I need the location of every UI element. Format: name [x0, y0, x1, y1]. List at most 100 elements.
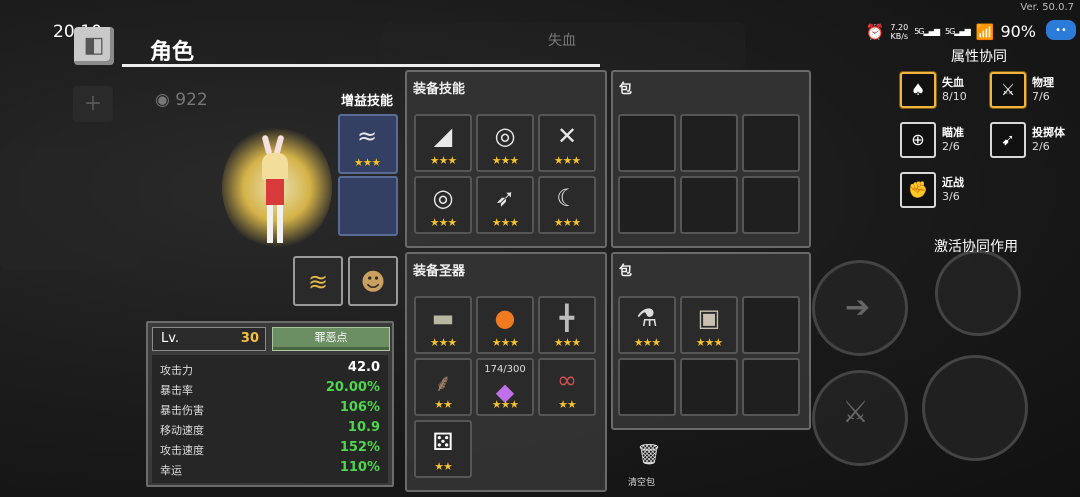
- gold-value: 922: [175, 90, 208, 110]
- bag-bottom-title: 包: [619, 264, 633, 279]
- star-rating: ★★★: [491, 216, 520, 229]
- bag-slot[interactable]: [742, 176, 800, 234]
- equipment-slot-2[interactable]: ☻: [348, 256, 398, 306]
- stat-label: 移动速度: [160, 424, 204, 437]
- bag-slot[interactable]: [742, 358, 800, 416]
- coin-icon: ◉: [155, 90, 176, 110]
- star-rating: ★★★: [553, 154, 582, 167]
- relic-slot-6[interactable]: ∞ ★★: [538, 358, 596, 416]
- arrow-right-icon: ➔: [845, 290, 871, 325]
- dumbbell-icon: ╋: [559, 304, 575, 332]
- bag-slot[interactable]: [680, 114, 738, 172]
- skill-button-bg: [922, 355, 1028, 461]
- sim1-label: 5G: [914, 27, 924, 36]
- synergy-melee[interactable]: ✊ 近战 3/6: [900, 172, 1010, 212]
- bag-slot[interactable]: [618, 176, 676, 234]
- stone-dice-icon: ▣: [697, 304, 721, 332]
- activate-synergy-label: 激活协同作用: [934, 239, 1018, 255]
- level-box: Lv. 30: [152, 327, 266, 351]
- equipped-skills-title: 装备技能: [413, 82, 466, 97]
- sin-points-button[interactable]: 罪恶点: [272, 327, 390, 351]
- stat-row-move-speed: 移动速度 10.9: [160, 419, 384, 439]
- relic-slot-4[interactable]: ⸙ ★★: [414, 358, 472, 416]
- star-rating: ★★★: [553, 336, 582, 349]
- equipment-slot-1[interactable]: ≋: [293, 256, 343, 306]
- fire-orb-icon: ●: [494, 304, 516, 332]
- skill-slot-5[interactable]: ➶ ★★★: [476, 176, 534, 234]
- skill-slot-1[interactable]: ◢ ★★★: [414, 114, 472, 172]
- synergy-count: 2/6: [942, 140, 960, 153]
- synergy-projectile[interactable]: ➹ 投掷体 2/6: [990, 122, 1080, 162]
- star-rating: ★★: [434, 460, 453, 473]
- buff-skills-label: 增益技能: [341, 94, 394, 109]
- crescent-slash-icon: ☾: [556, 184, 578, 212]
- stat-row-attack-speed: 攻击速度 152%: [160, 439, 384, 459]
- potion-flask-icon: ⚗: [636, 304, 658, 332]
- skill-slot-4[interactable]: ◎ ★★★: [414, 176, 472, 234]
- star-rating: ★★★: [491, 154, 520, 167]
- skill-slot-6[interactable]: ☾ ★★★: [538, 176, 596, 234]
- title-underline: [122, 64, 600, 67]
- wind-slash-icon: ≈: [356, 122, 378, 150]
- version-label: Ver. 50.0.7: [1020, 2, 1074, 13]
- clear-bag-button[interactable]: 🗑: [636, 442, 662, 470]
- sword-icon: ⚔: [990, 72, 1026, 108]
- golden-wing-icon: ≋: [307, 268, 329, 296]
- level-value: 30: [240, 331, 259, 346]
- add-button-bg: +: [73, 86, 113, 122]
- star-rating: ★★★: [491, 398, 520, 411]
- bag-slot[interactable]: [742, 114, 800, 172]
- assistant-robot-icon[interactable]: ••: [1046, 20, 1076, 40]
- bag-slot[interactable]: ▣ ★★★: [680, 296, 738, 354]
- glasses-icon: ∞: [557, 366, 577, 394]
- stat-row-attack: 攻击力 42.0: [160, 359, 384, 379]
- stat-label: 攻击力: [160, 364, 193, 377]
- barrel-icon: ▬: [431, 304, 455, 332]
- bag-slot[interactable]: ⚗ ★★★: [618, 296, 676, 354]
- synergy-name: 物理: [1032, 76, 1054, 89]
- status-icons: ⏰ 7.20 KB/s 5G▂▄▆ 5G▂▄▆ 📶 90%: [866, 22, 1036, 41]
- relic-counter: 174/300: [484, 364, 526, 375]
- stats-list: 攻击力 42.0 暴击率 20.00% 暴击伤害 106% 移动速度 10.9 攻击速度…: [152, 355, 388, 483]
- relic-slot-1[interactable]: ▬ ★★★: [414, 296, 472, 354]
- synergy-physical[interactable]: ⚔ 物理 7/6: [990, 72, 1080, 112]
- clear-bag-label: 清空包: [628, 478, 656, 488]
- bag-slot[interactable]: [742, 296, 800, 354]
- synergy-name: 瞄准: [942, 126, 964, 139]
- star-rating: ★★★: [491, 336, 520, 349]
- battery-level: 90%: [1000, 22, 1036, 41]
- bag-slot[interactable]: [680, 358, 738, 416]
- relic-slot-7[interactable]: ⚄ ★★: [414, 420, 472, 478]
- relic-slot-2[interactable]: ● ★★★: [476, 296, 534, 354]
- relic-slot-5[interactable]: 174/300 ◆ ★★★: [476, 358, 534, 416]
- stat-value: 20.00%: [325, 380, 380, 395]
- star-rating: ★★: [558, 398, 577, 411]
- trash-icon: 🗑: [636, 442, 662, 466]
- sim2-signal-icon: 5G▂▄▆: [944, 27, 971, 36]
- sim2-label: 5G: [944, 27, 955, 36]
- star-rating: ★★★: [633, 336, 662, 349]
- stat-row-crit-rate: 暴击率 20.00%: [160, 379, 384, 399]
- back-button[interactable]: ◧: [74, 27, 114, 65]
- star-rating: ★★★: [695, 336, 724, 349]
- stat-value: 106%: [339, 400, 380, 415]
- bag-slot[interactable]: [618, 114, 676, 172]
- level-label: Lv.: [161, 331, 180, 346]
- buff-skill-slot-2[interactable]: [338, 176, 398, 236]
- net-speed-unit: KB/s: [890, 31, 909, 41]
- buff-skill-slot-1[interactable]: ≈ ★★★: [338, 114, 398, 174]
- net-speed-value: 7.20: [890, 22, 909, 32]
- bag-slot[interactable]: [618, 358, 676, 416]
- relic-slot-3[interactable]: ╋ ★★★: [538, 296, 596, 354]
- synergy-count: 3/6: [942, 190, 960, 203]
- stat-row-crit-damage: 暴击伤害 106%: [160, 399, 384, 419]
- synergy-count: 2/6: [1032, 140, 1050, 153]
- back-icon: ◧: [83, 33, 105, 58]
- skill-slot-3[interactable]: ✕ ★★★: [538, 114, 596, 172]
- character-sprite[interactable]: [258, 134, 294, 245]
- synergy-name: 失血: [942, 76, 964, 89]
- bag-slot[interactable]: [680, 176, 738, 234]
- orbit-slash-icon: ◎: [432, 184, 454, 212]
- fist-icon: ✊: [900, 172, 936, 208]
- skill-slot-2[interactable]: ◎ ★★★: [476, 114, 534, 172]
